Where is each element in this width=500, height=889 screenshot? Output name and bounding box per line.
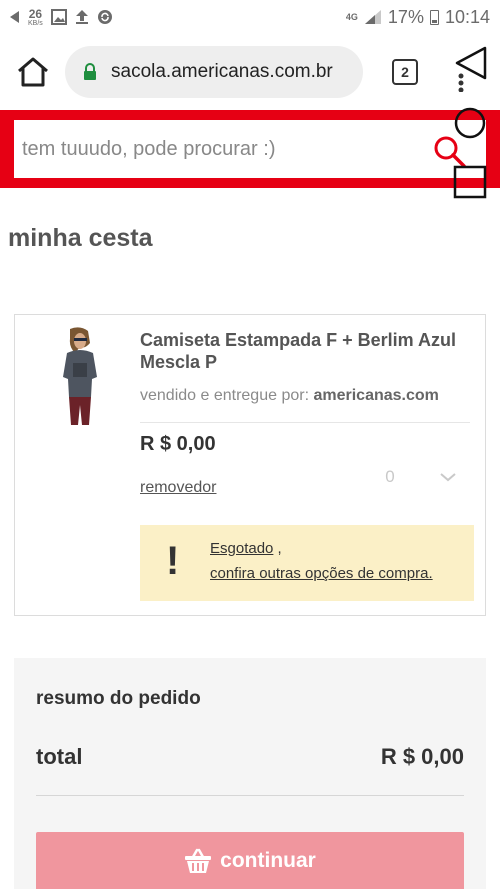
order-summary: resumo do pedido total R $ 0,00 continua… [14, 658, 486, 889]
product-name[interactable]: Camiseta Estampada F + Berlim Azul Mescl… [140, 329, 475, 373]
battery-percent: 17% [387, 6, 424, 27]
browser-toolbar: sacola.americanas.com.br 2 [0, 34, 500, 110]
tab-switcher-button[interactable]: 2 [392, 59, 418, 85]
battery-icon [429, 9, 439, 25]
network-type: 4G [345, 11, 358, 22]
seller-prefix: vendido e entregue por: [140, 387, 310, 404]
remove-item-link[interactable]: removedor [140, 479, 216, 497]
alert-status: Esgotado , [210, 540, 282, 557]
basket-icon [185, 848, 212, 873]
network-speed: 26 KB/s [28, 8, 43, 27]
status-suffix: , [273, 540, 282, 557]
tab-count: 2 [401, 64, 409, 80]
total-value: R $ 0,00 [380, 744, 464, 769]
item-price: R $ 0,00 [140, 433, 216, 455]
search-box [14, 120, 486, 178]
signal-icon [364, 10, 381, 24]
back-arrow-icon [10, 11, 19, 23]
status-bar: 26 KB/s 4G 17% 10:14 [0, 0, 500, 34]
menu-icon[interactable] [456, 52, 466, 92]
summary-title: resumo do pedido [36, 688, 201, 709]
sync-icon [97, 10, 112, 24]
seller-info: vendido e entregue por: americanas.com [140, 387, 439, 405]
search-band [0, 110, 500, 188]
lock-icon [83, 63, 113, 81]
status-left: 26 KB/s [8, 6, 113, 28]
continue-button[interactable]: continuar [36, 832, 464, 889]
other-options-link[interactable]: confira outras opções de compra. [210, 565, 433, 582]
out-of-stock-label[interactable]: Esgotado [210, 540, 273, 557]
quantity-select[interactable]: 0 [375, 465, 470, 489]
image-icon [50, 9, 67, 25]
summary-divider [36, 795, 464, 796]
page-title: minha cesta [8, 224, 153, 252]
cart-item: Camiseta Estampada F + Berlim Azul Mescl… [14, 314, 486, 616]
chevron-down-icon [440, 473, 456, 482]
search-icon[interactable] [432, 134, 468, 170]
speed-value: 26 [28, 6, 43, 21]
product-image[interactable] [55, 327, 105, 427]
continue-label: continuar [220, 849, 316, 872]
total-label: total [36, 744, 83, 769]
warning-icon: ! [166, 539, 180, 583]
seller-name: americanas.com [313, 387, 439, 404]
url-text: sacola.americanas.com.br [111, 61, 333, 82]
search-input[interactable] [14, 120, 414, 178]
clock: 10:14 [444, 6, 490, 27]
item-divider [140, 422, 470, 423]
home-icon[interactable] [16, 56, 50, 88]
status-right: 4G 17% 10:14 [346, 6, 490, 28]
quantity-value: 0 [385, 467, 395, 486]
speed-unit: KB/s [28, 19, 43, 27]
upload-icon [75, 10, 88, 24]
address-bar[interactable]: sacola.americanas.com.br [65, 46, 363, 98]
out-of-stock-alert: ! Esgotado , confira outras opções de co… [140, 525, 474, 601]
